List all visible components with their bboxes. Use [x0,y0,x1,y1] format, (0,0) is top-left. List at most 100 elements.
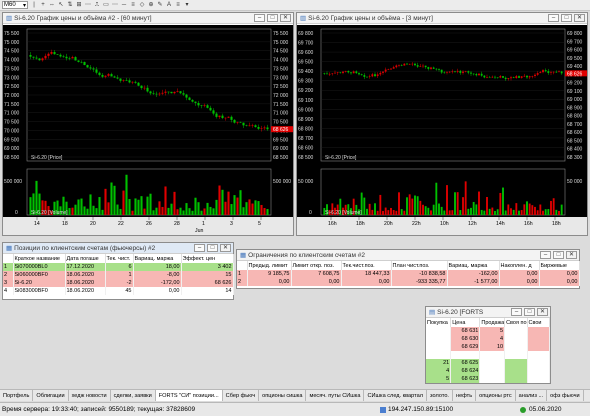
taskbar-tab[interactable]: золото. [427,390,453,401]
table-row[interactable]: 1 Si070000BL0 17.12.2020 6 18,00 3 402 [3,263,234,271]
maximize-button[interactable]: □ [553,251,564,259]
taskbar-tab[interactable]: офз фьючи [547,390,584,401]
chart-window-60min-titlebar[interactable]: ▥ Si-6.20 График цены и объёма #2 - [60 … [3,13,293,24]
taskbar-tab[interactable]: СИшка след. квартал [364,390,428,401]
connected-indicator-icon [520,406,526,413]
volume-bar [191,210,194,215]
candle-body [336,72,339,73]
toolbar-button-13[interactable]: ⊕ [147,1,155,9]
taskbar-tab[interactable]: месяч. путы СИшка [306,390,365,401]
candle-body [414,63,416,66]
table-row[interactable]: 3 Si-6.20 18.06.2020 -2 -172,00 68 626 [3,279,234,287]
column-header[interactable]: Предыд. лимит [247,261,292,270]
taskbar-tab[interactable]: Портфель [0,390,34,401]
candle-body [547,71,550,73]
volume-bar [116,204,119,215]
toolbar-button-8[interactable]: ▭ [102,1,110,9]
toolbar-button-3[interactable]: ↖ [57,1,65,9]
toolbar-button-5[interactable]: ⊞ [75,1,83,9]
toolbar-button-14[interactable]: ✎ [156,1,164,9]
column-header[interactable]: Лимит откр. поз. [291,261,342,270]
close-button[interactable]: ✕ [537,308,548,316]
minimize-button[interactable]: – [254,14,265,22]
column-header[interactable]: Краткое название [13,254,66,263]
minimize-button[interactable]: – [511,308,522,316]
taskbar-tab[interactable]: Облигации [33,390,69,401]
candle-body [384,69,387,72]
x-tick-label: 18h [552,221,561,227]
close-button[interactable]: ✕ [574,14,585,22]
column-header[interactable] [3,254,14,263]
orderbook-row[interactable]: 21 68 625 [426,359,551,367]
minimize-button[interactable]: – [540,251,551,259]
orderbook-row[interactable] [426,351,551,359]
timeframe-select[interactable]: M60 ▾ [2,1,28,9]
toolbar-button-0[interactable]: | [30,1,38,9]
taskbar-tab[interactable]: Сбер фьюч [223,390,260,401]
column-header[interactable]: Эффект. цен [181,254,234,263]
column-header: Продажа [479,318,506,327]
candle-body [494,76,496,78]
taskbar-tab[interactable]: опционы сишка [259,390,307,401]
candle-body [446,72,448,73]
table-row[interactable]: 19 185,75 7 608,75 18 447,33 -10 838,58 -162… [237,270,580,278]
maximize-button[interactable]: □ [524,308,535,316]
column-header[interactable]: Тек. чист. [105,254,134,263]
taskbar-tab[interactable]: FORTS "СИ" позиции... [155,390,223,401]
close-button[interactable]: ✕ [220,244,231,252]
toolbar-button-6[interactable]: ⋯ [84,1,92,9]
volume-bar [179,207,182,215]
limits-titlebar[interactable]: ▦ Ограничения по клиентским счетам #2 – … [237,250,579,261]
column-header[interactable]: Тек.чист.поз. [341,261,392,270]
minimize-button[interactable]: – [194,244,205,252]
toolbar-button-10[interactable]: ─ [120,1,128,9]
orderbook-row[interactable]: 4 68 624 [426,367,551,375]
toolbar-button-12[interactable]: ◇ [138,1,146,9]
orderbook-row[interactable]: 5 68 623 [426,375,551,383]
toolbar-button-17[interactable]: ▾ [183,1,191,9]
toolbar-button-2[interactable]: ⇔ [48,1,56,9]
taskbar-tab[interactable]: нефть [453,390,477,401]
toolbar-button-1[interactable]: + [39,1,47,9]
column-header[interactable]: Вариац. маржа [133,254,182,263]
volume-bar [544,209,547,215]
candle-body [406,63,408,65]
orderbook-row[interactable]: 68 629 10 [426,343,551,351]
toolbar-button-4[interactable]: ⇅ [66,1,74,9]
column-header[interactable]: План чист.поз. [391,261,448,270]
column-header[interactable] [237,261,248,270]
column-header[interactable]: Биржевые [539,261,580,270]
close-button[interactable]: ✕ [566,251,577,259]
column-header[interactable]: Вариац. маржа [447,261,500,270]
toolbar-button-15[interactable]: A [165,1,173,9]
toolbar-button-9[interactable]: ⋯ [111,1,119,9]
price-volume-chart[interactable]: 75 500 75 000 74 500 74 000 73 500 73 000 72 5… [3,25,293,235]
limits-table: Предыд. лимит Лимит откр. поз. Тек.чист.по… [237,261,580,286]
chart-window-3min-titlebar[interactable]: ▥ Si-6.20 График цены и объёма - [3 мину… [297,13,587,24]
toolbar-button-7[interactable]: ⎍ [93,1,101,9]
volume-bar [104,188,107,215]
orderbook-row[interactable]: 68 630 4 [426,335,551,343]
table-row[interactable]: 2 0,00 0,00 0,00 -933 335,77 -1 577,00 0,00 0,0… [237,278,580,286]
close-button[interactable]: ✕ [280,14,291,22]
taskbar-tab[interactable]: анализ ... [516,390,548,401]
maximize-button[interactable]: □ [267,14,278,22]
price-tick-label: 69 000 [298,107,314,113]
orderbook-row[interactable]: 68 631 5 [426,327,551,335]
volume-bar [454,192,456,215]
column-header[interactable]: Дата погаше [65,254,106,263]
toolbar-button-11[interactable]: ≡ [129,1,137,9]
maximize-button[interactable]: □ [561,14,572,22]
taskbar-tab[interactable]: опционы ртс [476,390,516,401]
minimize-button[interactable]: – [548,14,559,22]
taskbar-tab[interactable]: хедж новости [69,390,111,401]
table-row[interactable]: 2 Si060000BF0 18.06.2020 1 -8,00 15 [3,271,234,279]
maximize-button[interactable]: □ [207,244,218,252]
column-header[interactable]: Накоплен. д [499,261,540,270]
price-volume-chart[interactable]: 69 800 69 700 69 600 69 500 69 400 69 300 69 2… [297,25,587,235]
positions-titlebar[interactable]: ▦ Позиции по клиентским счетам (фьючерсы… [3,243,233,254]
table-row[interactable]: 4 Si083000BF0 18.06.2020 45 0,00 14 [3,287,234,295]
toolbar-button-16[interactable]: ≡ [174,1,182,9]
taskbar-tab[interactable]: сделки, заявки [111,390,156,401]
orderbook-titlebar[interactable]: ▤ Si-6.20 [FORTS – □ ✕ [426,307,550,318]
